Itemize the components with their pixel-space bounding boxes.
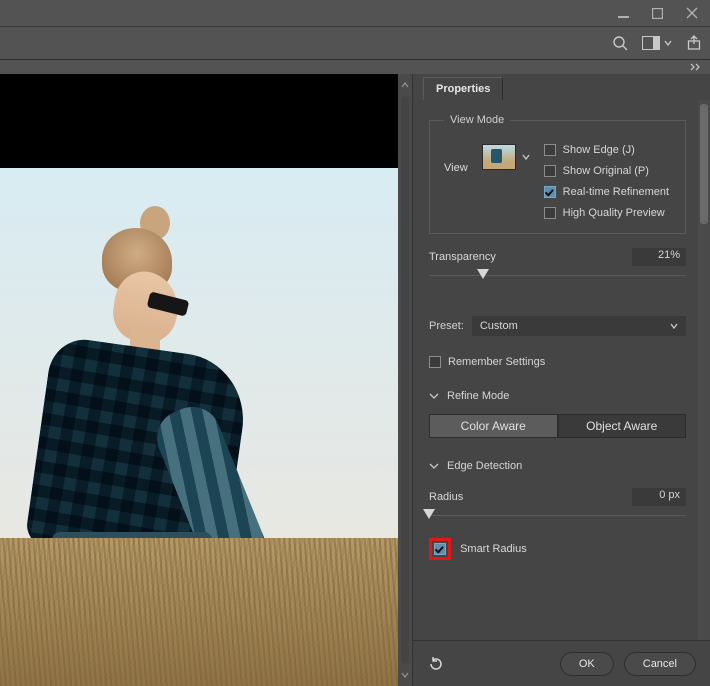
checkbox-show-edge[interactable]: Show Edge (J)	[544, 144, 669, 156]
radius-label: Radius	[429, 491, 463, 503]
chevron-down-icon	[522, 153, 530, 161]
panel-scrollbar[interactable]	[698, 100, 710, 640]
checkbox-high-quality-preview[interactable]: High Quality Preview	[544, 207, 669, 219]
edge-detection-label: Edge Detection	[447, 460, 522, 472]
preset-value: Custom	[480, 320, 518, 332]
canvas-area	[0, 74, 398, 686]
section-edge-detection[interactable]: Edge Detection	[429, 460, 686, 472]
checkbox-smart-radius[interactable]	[434, 543, 446, 555]
chevron-down-icon	[429, 391, 439, 401]
scroll-down-arrow-icon[interactable]	[398, 668, 412, 682]
radius-slider[interactable]	[429, 508, 686, 524]
document-image[interactable]	[0, 168, 398, 686]
transparency-value[interactable]: 21%	[632, 248, 686, 266]
checkbox-label: High Quality Preview	[563, 207, 665, 219]
seg-color-aware[interactable]: Color Aware	[429, 414, 558, 438]
radius-value[interactable]: 0 px	[632, 488, 686, 506]
checkbox-show-original[interactable]: Show Original (P)	[544, 165, 669, 177]
transparency-slider[interactable]	[429, 268, 686, 284]
overflow-row	[0, 60, 710, 74]
share-icon[interactable]	[686, 35, 702, 51]
checkbox-realtime-refinement[interactable]: Real-time Refinement	[544, 186, 669, 198]
transparency-label: Transparency	[429, 251, 496, 263]
view-thumbnail	[482, 144, 516, 170]
panel-tabs: Properties	[413, 74, 710, 100]
panel-scroll-thumb[interactable]	[700, 104, 708, 224]
highlight-box	[429, 538, 451, 560]
smart-radius-label: Smart Radius	[460, 543, 527, 555]
refine-mode-toggle: Color Aware Object Aware	[429, 414, 686, 438]
checkbox-label: Show Edge (J)	[563, 144, 635, 156]
view-mode-group: View Mode View Show Edge (J)	[429, 114, 686, 234]
maximize-button[interactable]	[640, 0, 674, 26]
chevron-down-icon	[664, 39, 672, 47]
preset-label: Preset:	[429, 320, 464, 332]
view-dropdown[interactable]	[482, 144, 530, 170]
overflow-chevrons-icon[interactable]	[690, 63, 702, 71]
checkbox-label: Show Original (P)	[563, 165, 649, 177]
checkbox-remember-settings[interactable]: Remember Settings	[429, 356, 686, 368]
seg-object-aware[interactable]: Object Aware	[558, 414, 687, 438]
refine-mode-label: Refine Mode	[447, 390, 509, 402]
cancel-button[interactable]: Cancel	[624, 652, 696, 676]
minimize-button[interactable]	[606, 0, 640, 26]
close-button[interactable]	[674, 0, 710, 26]
preset-select[interactable]: Custom	[472, 316, 686, 336]
tab-properties[interactable]: Properties	[423, 77, 503, 100]
ok-button[interactable]: OK	[560, 652, 614, 676]
canvas-scrollbar[interactable]	[398, 74, 412, 686]
workspace-switcher[interactable]	[642, 36, 672, 50]
chevron-down-icon	[429, 461, 439, 471]
chevron-down-icon	[670, 322, 678, 330]
view-mode-legend: View Mode	[444, 114, 510, 126]
properties-panel: Properties View Mode View	[412, 74, 710, 686]
section-refine-mode[interactable]: Refine Mode	[429, 390, 686, 402]
canvas-padding-top	[0, 74, 398, 168]
scroll-track[interactable]	[401, 96, 409, 664]
workspace-icon	[642, 36, 660, 50]
search-icon[interactable]	[612, 35, 628, 51]
checkbox-label: Remember Settings	[448, 356, 545, 368]
reset-icon[interactable]	[427, 655, 445, 673]
panel-footer: OK Cancel	[413, 640, 710, 686]
view-label: View	[444, 162, 468, 174]
top-toolbar	[0, 26, 710, 60]
checkbox-label: Real-time Refinement	[563, 186, 669, 198]
scroll-up-arrow-icon[interactable]	[398, 78, 412, 92]
window-titlebar	[0, 0, 710, 26]
